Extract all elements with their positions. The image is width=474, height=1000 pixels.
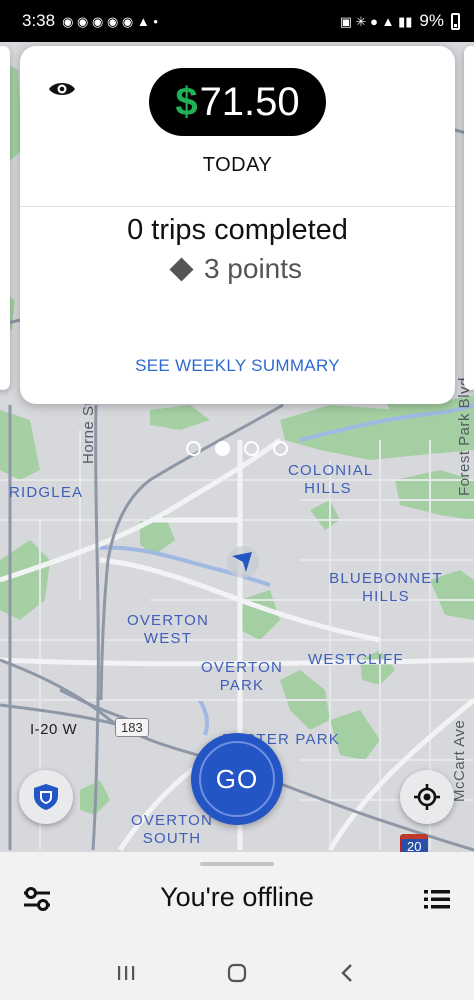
earnings-card: $ 71.50 TODAY 0 trips completed 3 points… xyxy=(20,46,455,404)
earnings-amount: 71.50 xyxy=(199,79,300,124)
map-label-mccart-ave: McCart Ave xyxy=(451,719,468,802)
map-label-overton-south: OVERTON SOUTH xyxy=(130,812,214,847)
eye-icon xyxy=(49,83,75,95)
map-label-bluebonnet-hills: BLUEBONNET HILLS xyxy=(329,570,443,605)
map-label-overton-park: OVERTON PARK xyxy=(200,659,284,694)
card-divider xyxy=(20,206,455,207)
map-label-ridglea: RIDGLEA xyxy=(9,484,84,501)
driver-status-text: You're offline xyxy=(160,882,314,912)
trips-label: trips completed xyxy=(151,214,348,246)
menu-list-button[interactable] xyxy=(420,884,454,914)
safety-toolkit-button[interactable] xyxy=(19,770,73,824)
bottom-sheet[interactable]: You're offline xyxy=(0,852,474,946)
next-card-peek[interactable] xyxy=(464,46,474,390)
system-navigation-bar xyxy=(0,946,474,1000)
status-bar: 3:38 ◉ ◉ ◉ ◉ ◉ ▲ • ▣ ✳ ● ▲ ▮▮ 9% xyxy=(0,0,474,42)
recent-apps-icon xyxy=(117,966,134,980)
navigation-arrow-icon xyxy=(227,546,259,578)
earnings-currency: $ xyxy=(175,79,198,124)
highway-shield-183: 183 xyxy=(115,718,149,737)
map-label-overton-west: OVERTON WEST xyxy=(126,612,210,647)
system-status-icons: ▣ ✳ ● ▲ ▮▮ xyxy=(339,13,413,29)
status-time: 3:38 xyxy=(22,11,56,30)
battery-icon xyxy=(451,12,460,30)
pagination-dot-1[interactable] xyxy=(186,441,201,456)
toggle-earnings-visibility-button[interactable] xyxy=(46,76,78,102)
crosshair-icon xyxy=(414,784,440,810)
notification-icons: ◉ ◉ ◉ ◉ ◉ ▲ • xyxy=(62,13,158,29)
pagination-dot-4[interactable] xyxy=(273,441,288,456)
points-row: 3 points xyxy=(20,253,455,285)
diamond-icon xyxy=(169,256,194,282)
see-weekly-summary-link[interactable]: SEE WEEKLY SUMMARY xyxy=(20,356,455,376)
earnings-amount-pill[interactable]: $ 71.50 xyxy=(149,68,326,136)
card-pagination xyxy=(186,441,288,456)
home-button[interactable] xyxy=(217,953,257,993)
battery-percent: 9% xyxy=(419,11,444,30)
earnings-period: TODAY xyxy=(202,154,273,176)
map-label-colonial-hills: COLONIAL HILLS xyxy=(288,462,374,497)
pagination-dot-2[interactable] xyxy=(215,441,230,456)
trips-completed: 0 trips completed xyxy=(20,214,455,247)
pagination-dot-3[interactable] xyxy=(244,441,259,456)
list-icon xyxy=(424,890,450,909)
previous-card-peek[interactable] xyxy=(0,46,10,390)
map-label-horne-st: Horne St xyxy=(80,400,97,464)
map-label-westcliff: WESTCLIFF xyxy=(308,651,404,668)
back-icon xyxy=(341,964,353,982)
home-icon xyxy=(227,963,247,983)
map-label-forest-park-blvd: Forest Park Blvd xyxy=(456,377,473,496)
points-text: 3 points xyxy=(203,253,303,284)
trips-count: 0 xyxy=(127,214,144,246)
go-online-button[interactable]: GO xyxy=(191,733,283,825)
recenter-location-button[interactable] xyxy=(400,770,454,824)
recent-apps-button[interactable] xyxy=(106,953,146,993)
back-button[interactable] xyxy=(328,953,368,993)
shield-icon xyxy=(34,784,58,810)
go-button-label: GO xyxy=(199,741,275,817)
sheet-drag-handle[interactable] xyxy=(200,862,274,866)
map-label-i20w: I-20 W xyxy=(30,721,78,738)
